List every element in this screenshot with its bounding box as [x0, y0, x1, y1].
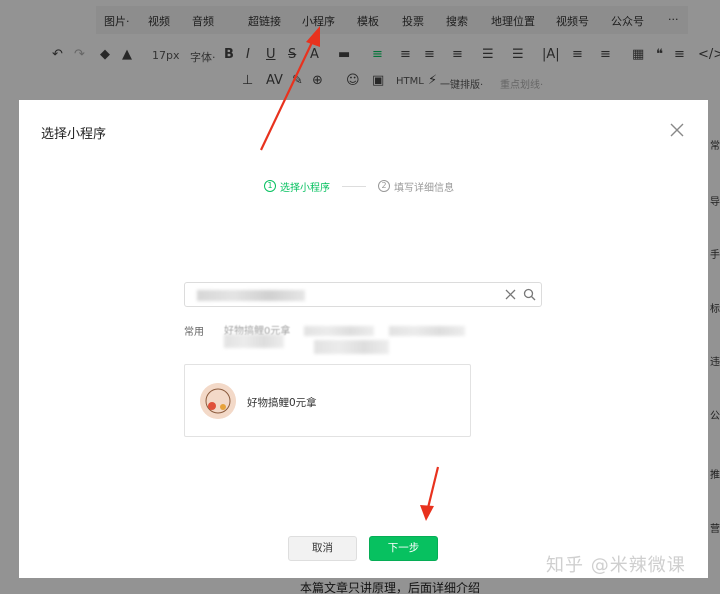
select-mini-program-dialog: 选择小程序 1 选择小程序 2 填写详细信息 常用 好物搞鲤0元拿 好物搞鲤0元…	[19, 100, 708, 578]
mini-program-card[interactable]: 好物搞鲤0元拿	[184, 364, 471, 437]
clear-icon[interactable]	[504, 288, 517, 301]
stepper: 1 选择小程序 2 填写详细信息	[264, 178, 454, 194]
redacted-recent-2	[304, 326, 374, 336]
mini-program-search-box	[184, 282, 542, 307]
search-icon[interactable]	[523, 288, 536, 301]
recent-label: 常用	[184, 327, 204, 338]
watermark: 知乎 @米辣微课	[546, 555, 686, 576]
cancel-button[interactable]: 取消	[288, 536, 357, 561]
step-fill-details: 2 填写详细信息	[378, 179, 454, 194]
dialog-title: 选择小程序	[41, 127, 107, 142]
redacted-recent-3	[314, 340, 389, 354]
step-2-number: 2	[378, 180, 390, 192]
step-2-label: 填写详细信息	[394, 182, 454, 194]
step-divider	[342, 185, 366, 187]
next-step-button[interactable]: 下一步	[369, 536, 438, 561]
step-1-label: 选择小程序	[280, 182, 330, 194]
close-icon[interactable]	[669, 122, 685, 138]
redacted-recent-4	[389, 326, 465, 336]
mini-program-avatar	[200, 383, 236, 419]
step-select-mini-program: 1 选择小程序	[264, 179, 330, 194]
mini-program-name: 好物搞鲤0元拿	[247, 397, 317, 409]
step-1-number: 1	[264, 180, 276, 192]
redacted-search-text	[197, 290, 305, 301]
redacted-recent-1	[224, 334, 284, 348]
